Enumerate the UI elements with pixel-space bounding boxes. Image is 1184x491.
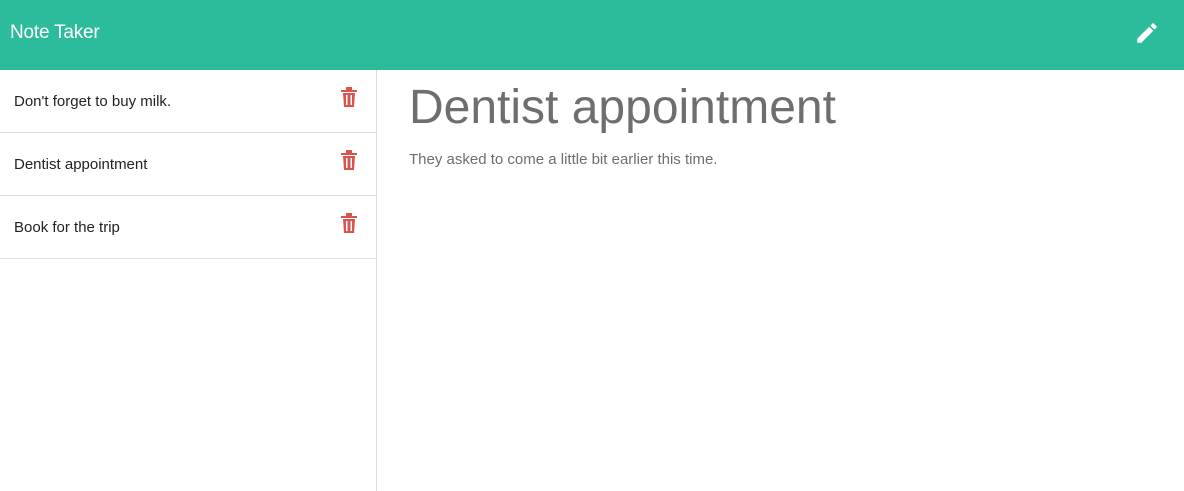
navbar: Note Taker <box>0 0 1184 70</box>
trash-icon <box>341 149 357 175</box>
delete-note-button[interactable] <box>340 212 358 238</box>
note-editor: Dentist appointment They asked to come a… <box>377 70 1184 491</box>
note-list-item-title[interactable]: Dentist appointment <box>14 156 147 173</box>
note-text-field[interactable]: They asked to come a little bit earlier … <box>409 151 717 168</box>
note-list-item[interactable]: Dentist appointment <box>0 133 376 196</box>
note-list: Don't forget to buy milk. Dentist appoin… <box>0 70 376 259</box>
note-list-item[interactable]: Don't forget to buy milk. <box>0 70 376 133</box>
note-list-panel: Don't forget to buy milk. Dentist appoin… <box>0 70 377 491</box>
trash-icon <box>341 86 357 112</box>
note-list-item-title[interactable]: Book for the trip <box>14 219 120 236</box>
trash-icon <box>341 212 357 238</box>
new-note-button[interactable] <box>1128 16 1166 54</box>
delete-note-button[interactable] <box>340 149 358 175</box>
note-list-item-title[interactable]: Don't forget to buy milk. <box>14 93 171 110</box>
app-title[interactable]: Note Taker <box>10 22 100 44</box>
note-list-item[interactable]: Book for the trip <box>0 196 376 259</box>
delete-note-button[interactable] <box>340 86 358 112</box>
pencil-icon <box>1134 20 1160 51</box>
note-title-field[interactable]: Dentist appointment <box>409 80 836 135</box>
